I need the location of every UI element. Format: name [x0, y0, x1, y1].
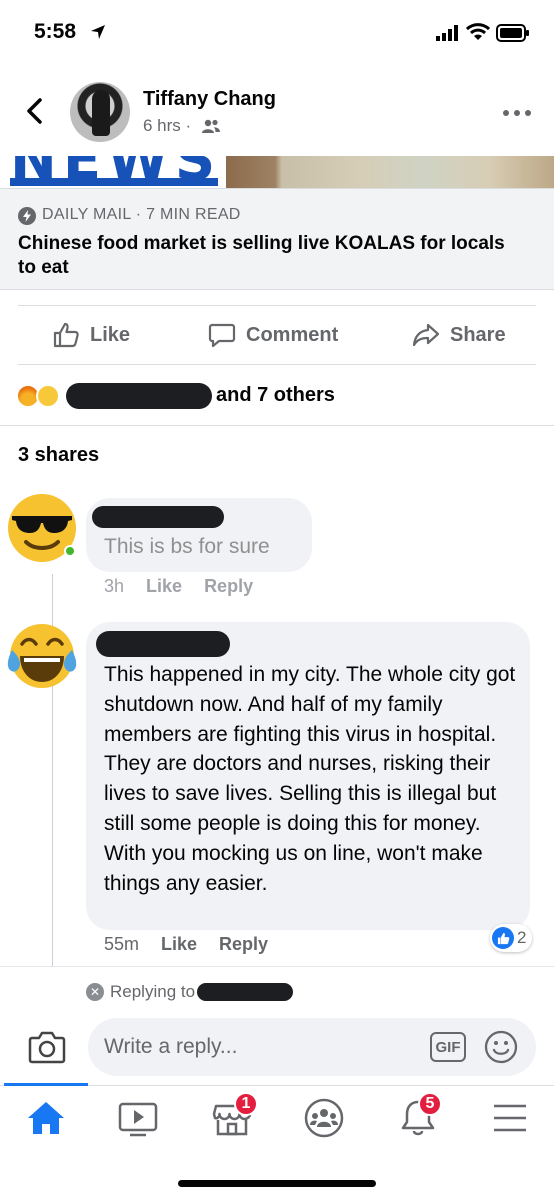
- comment-like-button[interactable]: Like: [146, 576, 182, 596]
- comment-meta: 55m Like Reply: [104, 934, 290, 955]
- comment-time: 55m: [104, 934, 140, 954]
- more-options-icon[interactable]: [502, 108, 532, 118]
- preview-photo: [226, 156, 554, 188]
- comment-like-count-badge[interactable]: 2: [490, 924, 533, 952]
- wifi-icon: [466, 23, 490, 40]
- status-bar: 5:58: [0, 0, 554, 64]
- like-button[interactable]: Like: [52, 320, 130, 350]
- comment-label: Comment: [246, 323, 339, 346]
- like-label: Like: [90, 323, 131, 346]
- comment-time: 3h: [104, 576, 125, 596]
- comment-reply-button[interactable]: Reply: [219, 934, 268, 954]
- reactions-summary[interactable]: and 7 others: [0, 376, 554, 416]
- camera-icon[interactable]: [28, 1030, 66, 1064]
- back-arrow-icon[interactable]: [22, 96, 48, 126]
- redacted-reply-target: [197, 983, 294, 1001]
- cancel-reply-icon[interactable]: ✕: [86, 983, 104, 1001]
- author-name[interactable]: Tiffany Chang: [143, 88, 276, 111]
- status-time: 5:58: [34, 20, 77, 43]
- comment-text: This happened in my city. The whole city…: [104, 663, 516, 895]
- redacted-reactor-name: [66, 383, 212, 409]
- share-label: Share: [450, 323, 506, 346]
- cellular-signal-icon: [436, 25, 458, 41]
- blue-like-icon: [492, 927, 514, 949]
- comment-meta: 3h Like Reply: [104, 576, 275, 597]
- section-divider: [0, 425, 554, 426]
- reply-input[interactable]: [88, 1018, 536, 1076]
- tears-of-joy-emoji-avatar[interactable]: [6, 620, 78, 692]
- location-arrow-icon: [91, 25, 105, 39]
- gif-button[interactable]: GIF: [430, 1032, 466, 1062]
- wow-reaction-icon: [36, 384, 60, 408]
- comment-bubble[interactable]: This is bs for sure: [86, 498, 312, 572]
- redacted-commenter-name: [92, 506, 224, 528]
- thumbs-up-icon: [53, 322, 79, 348]
- comment-button[interactable]: Comment: [208, 320, 338, 350]
- replying-to-label: Replying to: [110, 982, 196, 1001]
- home-tab-icon[interactable]: [24, 1096, 68, 1140]
- comment-bubble[interactable]: This happened in my city. The whole city…: [86, 622, 530, 930]
- author-avatar[interactable]: [70, 82, 130, 142]
- reactions-others-text: and 7 others: [216, 384, 335, 406]
- link-preview-info[interactable]: DAILY MAIL · 7 MIN READ Chinese food mar…: [0, 188, 554, 290]
- menu-hamburger-icon[interactable]: [488, 1096, 532, 1140]
- groups-tab-icon[interactable]: [302, 1096, 346, 1140]
- share-arrow-icon: [412, 323, 440, 347]
- replying-to-bar: ✕ Replying to: [86, 981, 294, 1003]
- shares-count[interactable]: 3 shares: [18, 444, 99, 467]
- online-status-dot: [64, 545, 76, 557]
- home-indicator: [178, 1180, 376, 1187]
- comment-like-button[interactable]: Like: [161, 934, 197, 954]
- battery-icon: [496, 24, 529, 42]
- instant-article-bolt-icon: [18, 207, 36, 225]
- link-preview-image[interactable]: NEWS: [0, 156, 554, 188]
- comment-text: This is bs for sure: [104, 535, 270, 558]
- friends-audience-icon: [202, 119, 220, 133]
- marketplace-badge: 1: [234, 1092, 258, 1116]
- comment-bubble-icon: [208, 323, 236, 348]
- link-source: DAILY MAIL · 7 MIN READ: [42, 206, 241, 223]
- redacted-commenter-name: [96, 631, 230, 657]
- share-button[interactable]: Share: [412, 320, 506, 350]
- emoji-picker-icon[interactable]: [484, 1030, 518, 1064]
- comment-reply-button[interactable]: Reply: [204, 576, 253, 596]
- like-count: 2: [517, 928, 527, 947]
- post-header: Tiffany Chang 6 hrs ·: [0, 72, 554, 154]
- post-action-bar: Like Comment Share: [18, 305, 536, 365]
- post-timestamp: 6 hrs ·: [143, 116, 192, 135]
- composer-divider: [0, 966, 554, 967]
- active-tab-indicator: [4, 1083, 88, 1086]
- link-headline: Chinese food market is selling live KOAL…: [18, 233, 505, 278]
- watch-tab-icon[interactable]: [116, 1096, 160, 1140]
- notifications-badge: 5: [418, 1092, 442, 1116]
